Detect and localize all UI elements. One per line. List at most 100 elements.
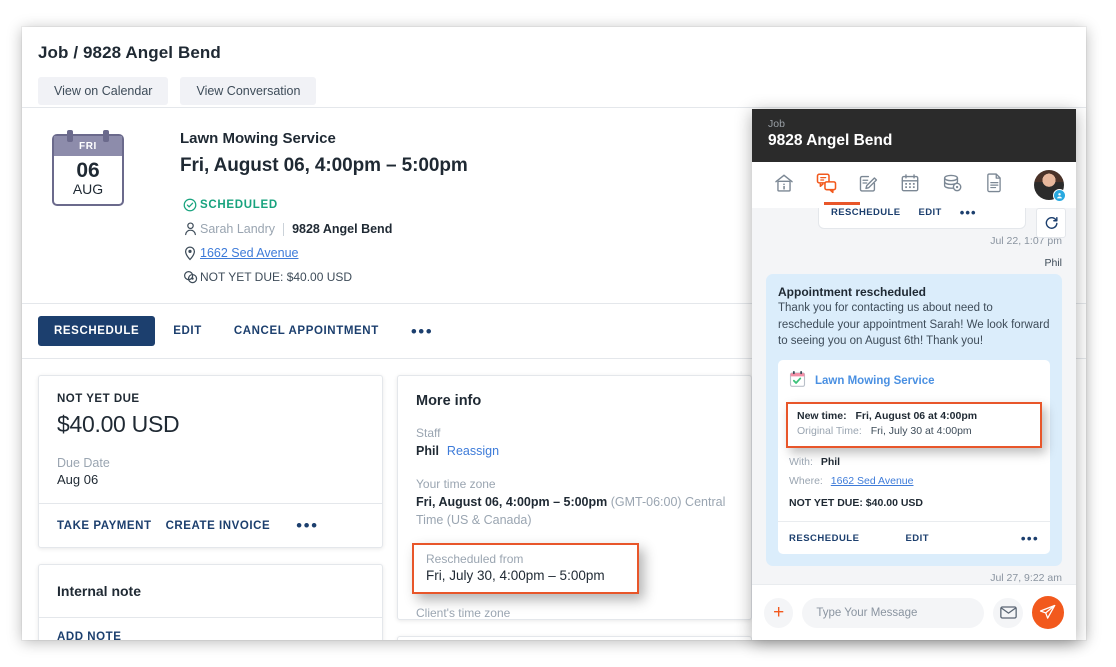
- card-reschedule-button[interactable]: RESCHEDULE: [789, 533, 859, 544]
- customer-row: Sarah Landry 9828 Angel Bend: [180, 217, 468, 241]
- calendar-date-icon: FRI 06 AUG: [52, 134, 124, 206]
- coins-icon: [180, 270, 200, 284]
- tab-job-details[interactable]: [764, 165, 804, 205]
- payment-status-label: NOT YET DUE: [57, 393, 364, 405]
- message-title: Appointment rescheduled: [778, 285, 1050, 299]
- conversation-header: Job 9828 Angel Bend: [752, 109, 1076, 162]
- service-name: Lawn Mowing Service: [180, 130, 468, 147]
- calendar-weekday: FRI: [54, 136, 122, 156]
- conversation-panel: Job 9828 Angel Bend: [752, 109, 1076, 640]
- internal-note-card: Internal note ADD NOTE: [38, 564, 383, 640]
- appointment-card: Lawn Mowing Service New time: Fri, Augus…: [778, 360, 1050, 555]
- calendar-day: 06: [54, 160, 122, 181]
- your-timezone-label: Your time zone: [416, 477, 733, 491]
- document-icon: [984, 172, 1005, 199]
- payment-card-body: NOT YET DUE $40.00 USD Due Date Aug 06: [39, 376, 382, 503]
- location-pin-icon: [180, 246, 200, 261]
- edit-button[interactable]: EDIT: [159, 316, 216, 346]
- view-on-calendar-button[interactable]: View on Calendar: [38, 77, 168, 105]
- original-time-label: Original Time:: [797, 425, 862, 437]
- customer-name: Sarah Landry: [200, 222, 275, 236]
- payment-status: NOT YET DUE: $40.00 USD: [200, 270, 352, 284]
- bottom-message-timestamp: Jul 27, 9:22 am: [766, 572, 1062, 584]
- screenshot-root: Job / 9828 Angel Bend View on Calendar V…: [0, 0, 1116, 667]
- message-sender: Phil: [766, 257, 1062, 269]
- more-info-body: More info Staff PhilReassign Your time z…: [398, 376, 751, 636]
- staff-value-row: Phil Reassign: [416, 442, 733, 460]
- add-note-button[interactable]: ADD NOTE: [57, 631, 131, 640]
- take-payment-button[interactable]: TAKE PAYMENT: [57, 520, 162, 532]
- service-calendar-icon: [789, 370, 806, 393]
- more-info-title: More info: [416, 393, 733, 409]
- payment-card: NOT YET DUE $40.00 USD Due Date Aug 06 T…: [38, 375, 383, 548]
- conversation-body[interactable]: RESCHEDULE EDIT ••• Jul 22, 1:07 pm Phil…: [752, 208, 1076, 590]
- message-bubble: Appointment rescheduled Thank you for co…: [766, 274, 1062, 566]
- reschedule-button[interactable]: RESCHEDULE: [38, 316, 155, 346]
- tab-payments[interactable]: [932, 165, 972, 205]
- internal-note-title: Internal note: [57, 583, 364, 599]
- service-datetime: Fri, August 06, 4:00pm – 5:00pm: [180, 155, 468, 177]
- tab-documents[interactable]: [974, 165, 1014, 205]
- reassign-link[interactable]: Reassign: [447, 444, 499, 458]
- calendar-ring-left: [67, 130, 73, 142]
- appointment-detail-rows: With: Phil Where: 1662 Sed Avenue NOT YE…: [789, 455, 1039, 511]
- new-time-label: New time:: [797, 410, 847, 422]
- client-timezone-label: Client's time zone: [416, 606, 733, 620]
- appointment-card-header: Lawn Mowing Service: [789, 370, 1039, 393]
- summary-meta-list: SCHEDULED Sarah Landry 9828 Angel Bend: [180, 193, 468, 289]
- appointment-service-name[interactable]: Lawn Mowing Service: [815, 375, 935, 387]
- with-row: With: Phil: [789, 455, 1039, 471]
- left-column: NOT YET DUE $40.00 USD Due Date Aug 06 T…: [38, 375, 383, 640]
- message-input[interactable]: [802, 598, 984, 628]
- internal-note-body: Internal note: [39, 565, 382, 617]
- page-header: Job / 9828 Angel Bend View on Calendar V…: [22, 27, 1086, 108]
- cancel-appointment-button[interactable]: CANCEL APPOINTMENT: [220, 316, 393, 346]
- status-badge: SCHEDULED: [200, 199, 278, 211]
- page-title: Job / 9828 Angel Bend: [38, 43, 1070, 63]
- card-edit-button[interactable]: EDIT: [905, 533, 929, 544]
- email-button[interactable]: [993, 598, 1022, 628]
- payment-more-button[interactable]: •••: [284, 517, 318, 534]
- avatar-status-badge: [1053, 189, 1066, 202]
- prev-reschedule-button[interactable]: RESCHEDULE: [831, 208, 900, 218]
- conversation-tabbar: [752, 162, 1076, 208]
- due-date-value: Aug 06: [57, 472, 364, 487]
- header-button-row: View on Calendar View Conversation: [38, 77, 1070, 105]
- internal-note-footer: ADD NOTE: [39, 617, 382, 640]
- note-edit-icon: [857, 172, 879, 199]
- user-avatar-wrap[interactable]: [1034, 170, 1064, 200]
- view-conversation-button[interactable]: View Conversation: [180, 77, 316, 105]
- where-address-link[interactable]: 1662 Sed Avenue: [831, 475, 914, 487]
- new-time-row: New time: Fri, August 06 at 4:00pm: [797, 409, 1031, 425]
- send-button[interactable]: [1032, 596, 1064, 629]
- more-info-card: More info Staff PhilReassign Your time z…: [397, 375, 752, 620]
- conversation-title: 9828 Angel Bend: [768, 132, 1060, 150]
- tab-notes[interactable]: [848, 165, 888, 205]
- card-more-button[interactable]: •••: [1021, 531, 1039, 545]
- payment-card-footer: TAKE PAYMENT CREATE INVOICE •••: [39, 503, 382, 547]
- add-attachment-button[interactable]: +: [764, 598, 793, 628]
- message-body: Thank you for contacting us about need t…: [778, 300, 1050, 350]
- additional-card-partial: [397, 636, 752, 640]
- top-message-timestamp: Jul 22, 1:07 pm: [766, 235, 1062, 247]
- conversation-icon: [815, 171, 838, 199]
- new-time-value: Fri, August 06 at 4:00pm: [856, 410, 978, 422]
- where-label: Where:: [789, 475, 823, 487]
- refresh-button[interactable]: [1036, 208, 1066, 238]
- appointment-card-body: Lawn Mowing Service New time: Fri, Augus…: [778, 360, 1050, 522]
- job-reference: 9828 Angel Bend: [292, 222, 392, 236]
- tab-conversation[interactable]: [806, 165, 846, 205]
- meta-divider: [283, 223, 284, 236]
- check-circle-icon: [180, 198, 200, 212]
- tab-schedule[interactable]: [890, 165, 930, 205]
- previous-appointment-card-partial: RESCHEDULE EDIT •••: [818, 208, 1026, 229]
- staff-name: Phil: [416, 444, 439, 458]
- create-invoice-button[interactable]: CREATE INVOICE: [166, 520, 281, 532]
- more-actions-button[interactable]: •••: [397, 323, 447, 340]
- prev-edit-button[interactable]: EDIT: [918, 208, 941, 218]
- prev-more-button[interactable]: •••: [960, 208, 977, 220]
- conversation-subtitle: Job: [768, 118, 1060, 130]
- address-link[interactable]: 1662 Sed Avenue: [200, 246, 298, 260]
- appointment-due-row: NOT YET DUE: $40.00 USD: [789, 496, 1039, 512]
- rescheduled-from-label: Rescheduled from: [426, 552, 627, 566]
